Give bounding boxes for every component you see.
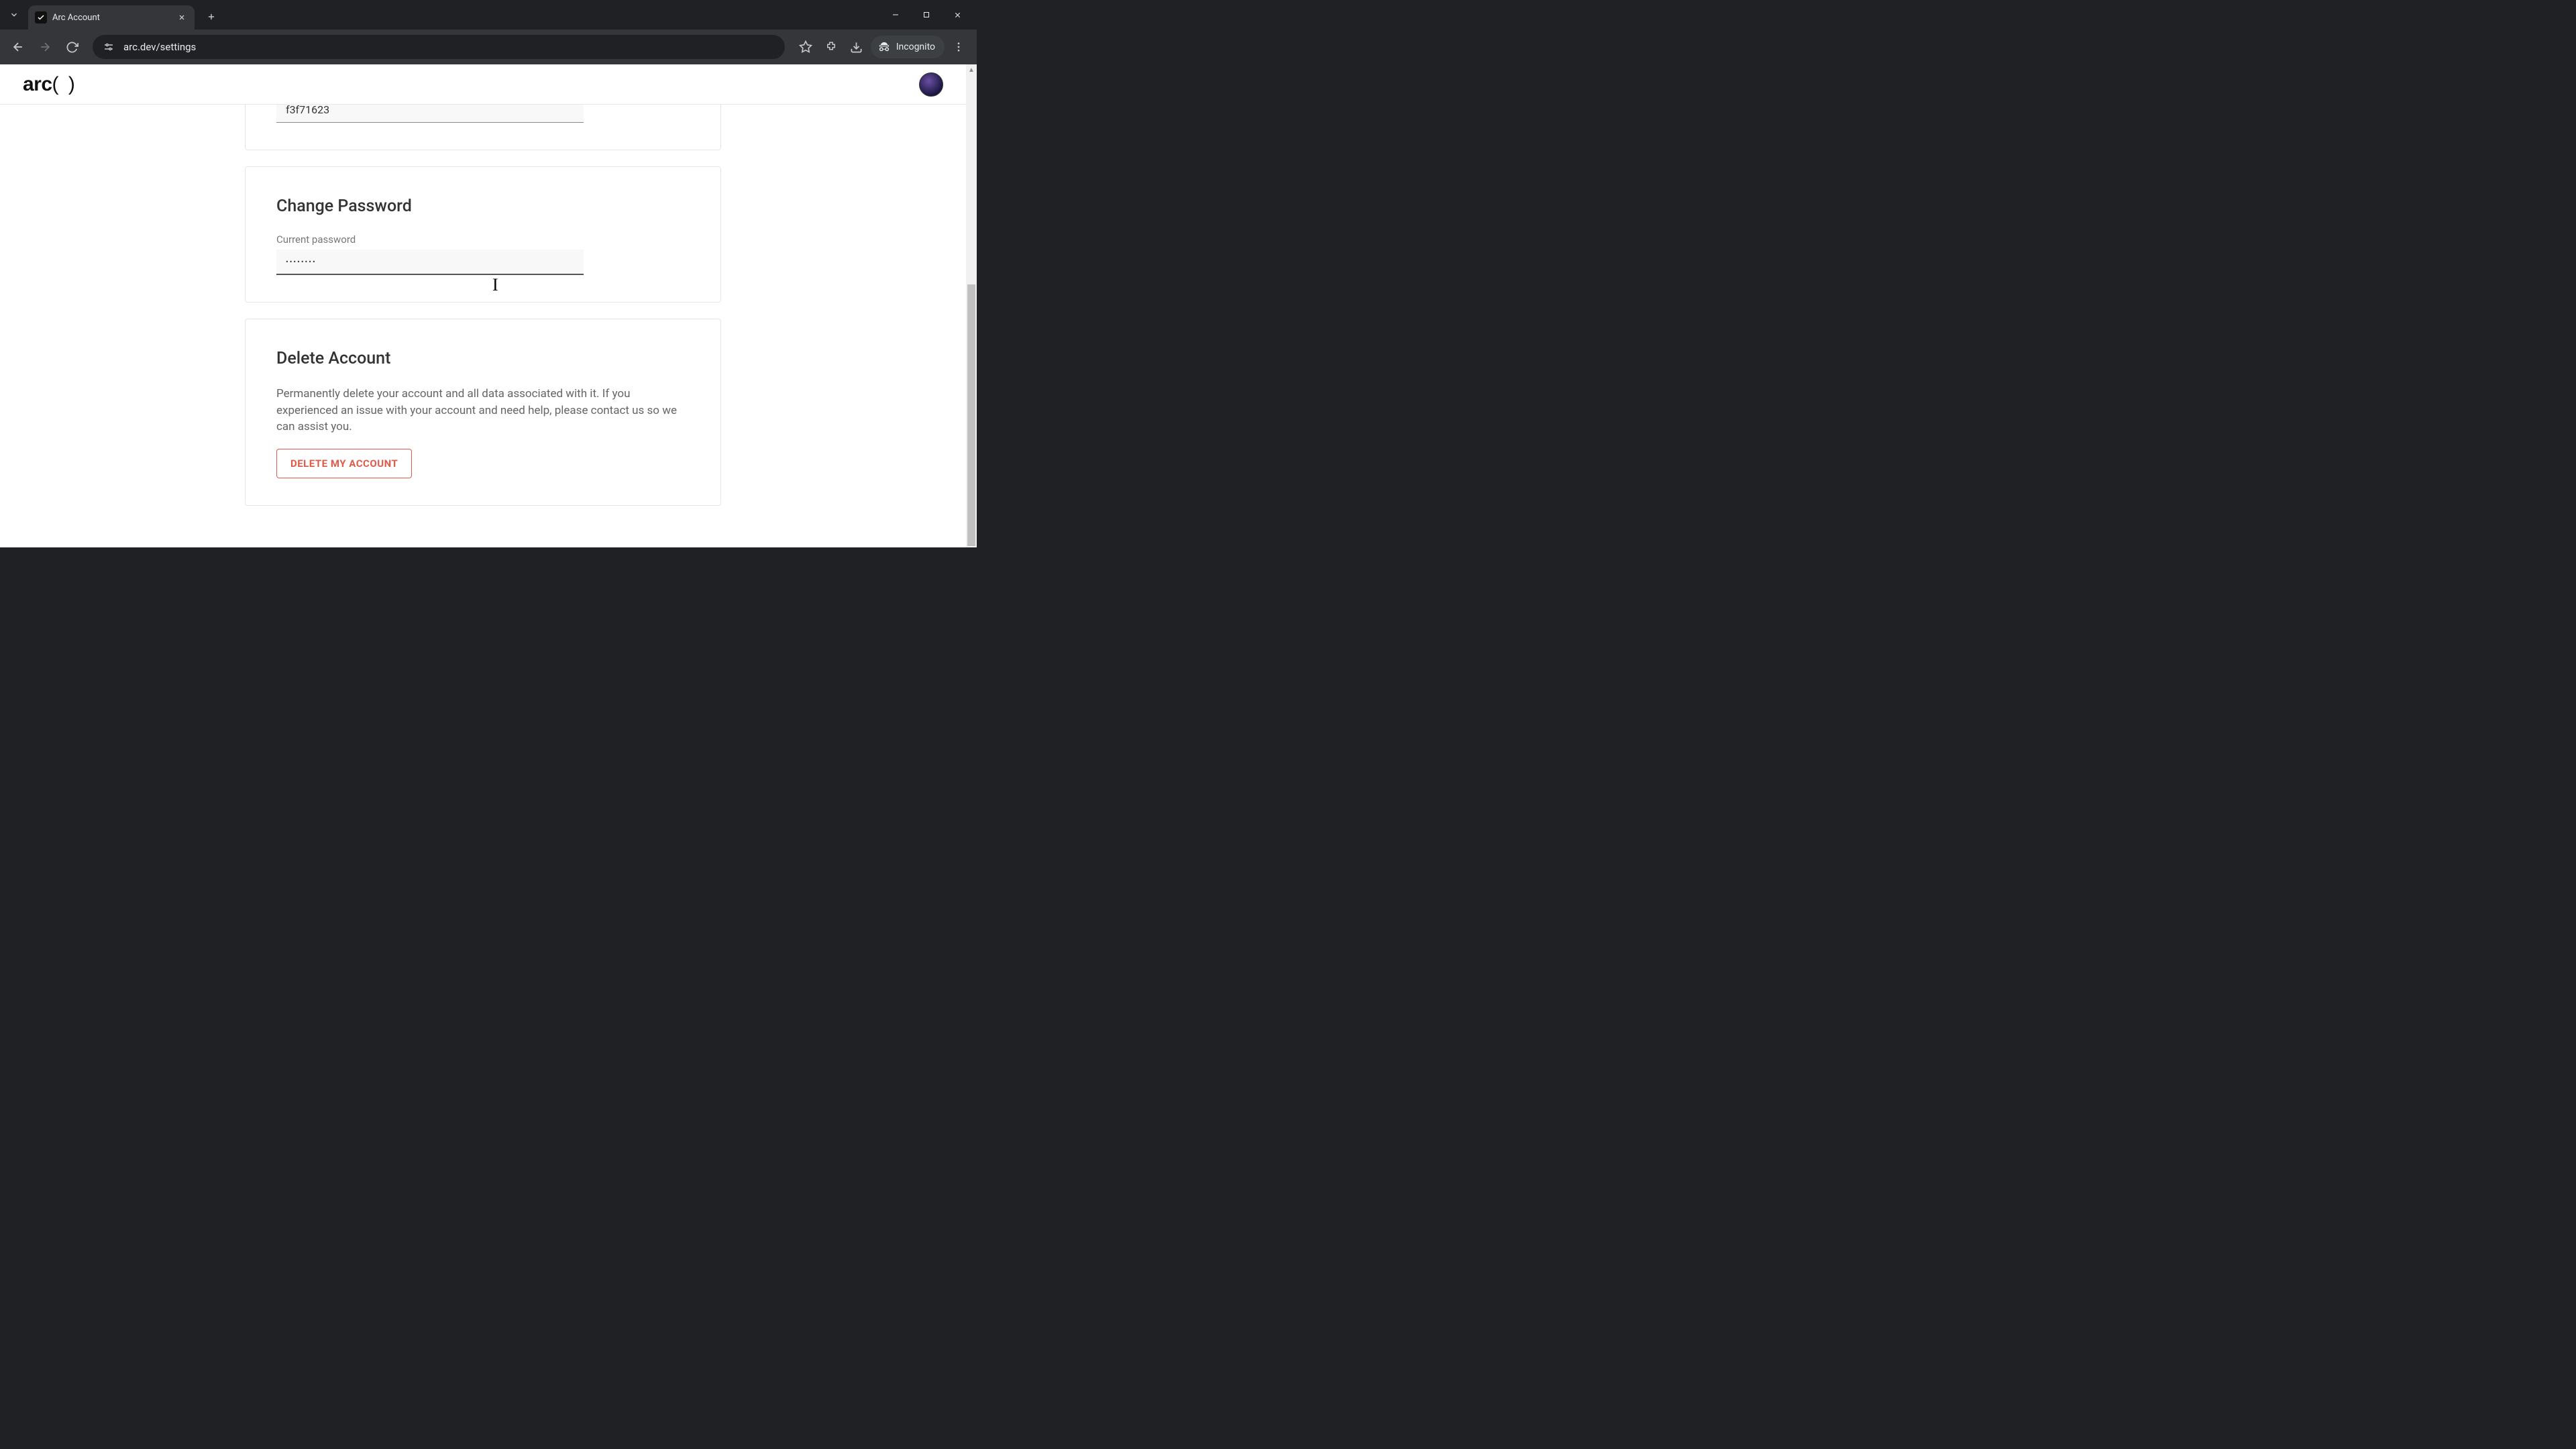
window-minimize-button[interactable] [880,3,911,26]
url-text: arc.dev/settings [123,41,196,53]
change-password-card: Change Password Current password [245,166,721,303]
page-viewport: arc( ) Username Change Password Current … [0,64,977,547]
settings-cards: Username Change Password Current passwor… [0,105,966,522]
browser-chrome: Arc Account [0,0,977,64]
window-controls [880,0,973,30]
extensions-button[interactable] [820,36,843,58]
incognito-badge[interactable]: Incognito [871,36,945,58]
incognito-label: Incognito [896,42,935,52]
tab-favicon-icon [35,11,47,23]
delete-account-title: Delete Account [276,349,690,368]
scrollbar-up-icon[interactable]: ▲ [966,64,977,75]
current-password-input[interactable] [276,250,584,275]
back-button[interactable] [7,36,30,58]
tab-bar: Arc Account [0,0,977,30]
delete-account-description: Permanently delete your account and all … [276,386,690,435]
browser-toolbar: arc.dev/settings Incognito [0,30,977,64]
scrollbar-track[interactable]: ▲ [966,64,977,547]
bookmark-button[interactable] [794,36,817,58]
browser-tab[interactable]: Arc Account [28,5,195,30]
address-bar[interactable]: arc.dev/settings [93,35,785,59]
scrollbar-thumb[interactable] [967,284,975,546]
forward-button[interactable] [34,36,56,58]
window-maximize-button[interactable] [911,3,942,26]
delete-my-account-button[interactable]: DELETE MY ACCOUNT [276,449,412,478]
current-password-label: Current password [276,233,690,246]
delete-account-card: Delete Account Permanently delete your a… [245,319,721,506]
page-content: arc( ) Username Change Password Current … [0,64,966,547]
window-close-button[interactable] [942,3,973,26]
incognito-icon [877,40,891,54]
browser-menu-button[interactable] [947,36,970,58]
tab-search-dropdown[interactable] [4,5,24,25]
site-settings-icon[interactable] [102,40,115,54]
tab-close-button[interactable] [176,11,188,23]
toolbar-right: Incognito [794,36,970,58]
arc-logo[interactable]: arc( ) [23,73,77,96]
change-password-title: Change Password [276,197,690,216]
tab-title: Arc Account [52,13,170,23]
downloads-button[interactable] [845,36,868,58]
new-tab-button[interactable] [201,7,221,27]
site-header: arc( ) [0,64,966,105]
user-avatar[interactable] [919,72,943,97]
reload-button[interactable] [60,36,83,58]
